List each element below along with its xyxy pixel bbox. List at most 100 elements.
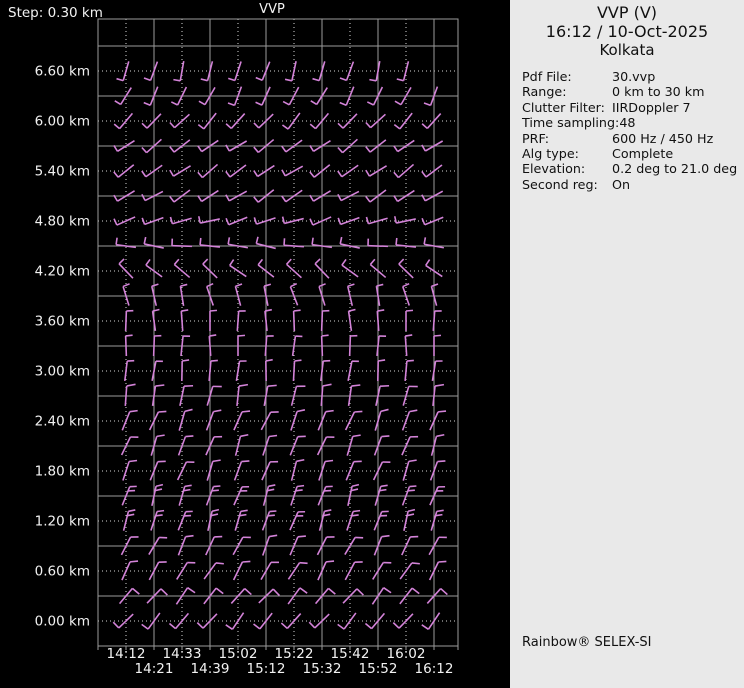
plot-title: VVP <box>259 2 285 17</box>
wind-barb-tick <box>408 490 415 491</box>
wind-barb-staff <box>322 336 323 356</box>
wind-barb-staff <box>294 311 295 331</box>
info-value: 0.2 deg to 21.0 deg <box>612 161 737 176</box>
y-axis-label: 6.00 km <box>35 114 90 130</box>
wind-barb-tick <box>434 335 441 336</box>
info-value: 30.vvp <box>612 69 655 84</box>
wind-barb-tick <box>126 335 133 336</box>
wind-barb-tick <box>155 385 164 386</box>
wind-barb-tick <box>216 563 224 564</box>
x-axis-label: 15:52 <box>359 661 398 677</box>
wind-barb-tick <box>437 461 445 462</box>
wind-barb-tick <box>130 561 138 562</box>
info-list: Pdf File:30.vvpRange:0 km to 30 kmClutte… <box>522 69 740 192</box>
wind-barb-tick <box>312 238 313 245</box>
info-row: Time sampling:48 <box>522 115 740 130</box>
wind-barb-tick <box>436 515 443 516</box>
panel-footer: Rainbow® SELEX-SI <box>522 635 652 650</box>
panel-title: VVP (V) <box>510 3 744 22</box>
wind-barb-tick <box>412 563 420 564</box>
y-axis-label: 4.80 km <box>35 214 90 230</box>
wind-barb-tick <box>326 561 334 562</box>
y-axis-label: 5.40 km <box>35 164 90 180</box>
y-axis-label: 1.20 km <box>35 514 90 530</box>
y-axis-label: 3.60 km <box>35 314 90 330</box>
wind-barb-tick <box>378 360 385 361</box>
wind-barb-tick <box>351 385 360 386</box>
info-label: Elevation: <box>522 161 612 176</box>
wind-barb-tick <box>382 536 390 537</box>
info-value: On <box>612 177 630 192</box>
info-value: 600 Hz / 450 Hz <box>612 131 713 146</box>
wind-barb-tick <box>158 411 166 412</box>
x-axis-label: 14:39 <box>191 661 230 677</box>
x-axis-label: 16:02 <box>387 646 426 662</box>
wind-barb-tick <box>209 335 216 336</box>
wind-barb-tick <box>182 360 189 361</box>
info-value: IIRDoppler 7 <box>612 100 691 115</box>
wind-barb-tick <box>298 536 306 537</box>
wind-barb-tick <box>269 511 276 512</box>
x-axis-label: 15:42 <box>331 646 370 662</box>
y-axis-label: 2.40 km <box>35 414 90 430</box>
wind-barb-tick <box>354 411 362 412</box>
wind-barb-tick <box>325 461 333 462</box>
wind-barb-tick <box>300 563 308 564</box>
info-label: PRF: <box>522 131 612 146</box>
wind-barb-tick <box>297 486 304 487</box>
wind-barb-tick <box>437 510 444 511</box>
info-row: PRF:600 Hz / 450 Hz <box>522 131 740 146</box>
wind-barb-tick <box>238 335 245 336</box>
step-label: Step: 0.30 km <box>8 5 103 21</box>
wind-barb-tick <box>242 411 250 412</box>
info-value: 48 <box>619 115 635 130</box>
wind-barb-tick <box>268 385 277 386</box>
wind-barb-tick <box>352 515 359 516</box>
wind-barb-tick <box>184 490 191 491</box>
wind-barb-staff <box>368 246 388 247</box>
x-axis-label: 16:12 <box>415 661 454 677</box>
wind-barb-tick <box>406 310 413 311</box>
x-axis-label: 14:33 <box>163 646 202 662</box>
vvp-chart: VVPStep: 0.30 km0.00 km0.60 km1.20 km1.8… <box>0 0 510 688</box>
x-axis-label: 14:21 <box>135 661 174 677</box>
x-axis-label: 14:12 <box>107 646 146 662</box>
panel-site: Kolkata <box>510 41 744 60</box>
info-row: Second reg:On <box>522 177 740 192</box>
wind-barb-tick <box>296 490 303 491</box>
info-value: Complete <box>612 146 673 161</box>
y-axis-label: 0.00 km <box>35 614 90 630</box>
wind-barb-tick <box>326 411 334 412</box>
info-label: Time sampling: <box>522 115 619 130</box>
wind-barb-tick <box>211 360 218 361</box>
panel-datetime: 16:12 / 10-Oct-2025 <box>510 22 744 41</box>
wind-barb-tick <box>353 511 360 512</box>
x-axis-label: 15:32 <box>303 661 342 677</box>
wind-barb-tick <box>322 335 329 336</box>
wind-barb-staff <box>293 361 294 381</box>
x-axis-label: 15:22 <box>275 646 314 662</box>
wind-barb-tick <box>438 561 446 562</box>
info-label: Second reg: <box>522 177 612 192</box>
wind-barb-tick <box>377 310 384 311</box>
wind-barb-tick <box>269 436 277 437</box>
wind-barb-staff <box>154 336 155 356</box>
wind-barb-staff <box>126 311 127 331</box>
wind-barb-tick <box>242 561 250 562</box>
info-label: Alg type: <box>522 146 612 161</box>
info-label: Range: <box>522 84 612 99</box>
wind-barb-tick <box>130 411 138 412</box>
wind-barb-tick <box>181 310 188 311</box>
info-label: Clutter Filter: <box>522 100 612 115</box>
wind-barb-tick <box>210 310 217 311</box>
wind-barb-staff <box>322 311 323 331</box>
wind-barb-tick <box>212 490 219 491</box>
wind-barb-tick <box>241 461 249 462</box>
y-axis-label: 0.60 km <box>35 564 90 580</box>
wind-barb-tick <box>241 510 248 511</box>
info-value: 0 km to 30 km <box>612 84 705 99</box>
wind-barb-tick <box>407 360 414 361</box>
wind-barb-tick <box>185 436 193 437</box>
info-row: Alg type:Complete <box>522 146 740 161</box>
info-row: Pdf File:30.vvp <box>522 69 740 84</box>
